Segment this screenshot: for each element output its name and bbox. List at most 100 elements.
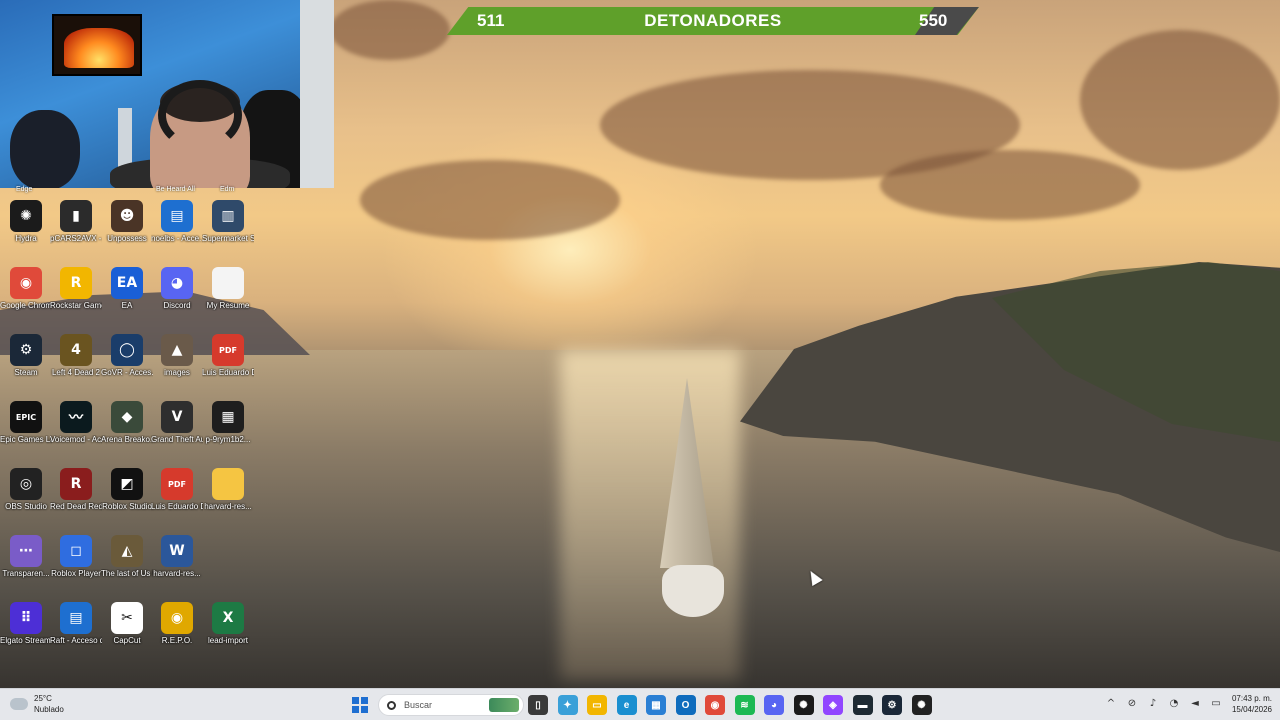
desktop-icon[interactable]: ▮ pCARS2AVX - Acceso dire... — [50, 200, 102, 262]
desktop-icon[interactable]: harvard-res... — [202, 468, 254, 530]
taskview-icon[interactable]: ▯ — [528, 695, 548, 715]
network-off-icon[interactable]: ⊘ — [1125, 697, 1139, 711]
desktop-icon[interactable]: ☻ Unpossess — [101, 200, 153, 262]
steam-icon: ⚙ — [10, 334, 42, 366]
desktop-icon[interactable]: R Red Dead Redempti... — [50, 468, 102, 530]
epic-icon: EPIC — [10, 401, 42, 433]
desktop-icon[interactable]: PDF Luis Eduardo Diaz Bernal... — [151, 468, 203, 530]
wifi-icon[interactable]: ◔ — [1167, 697, 1181, 711]
desktop-icon-label: R.E.P.O. — [161, 636, 193, 645]
desktop-icon[interactable]: ◆ Arena Breako... — [101, 401, 153, 463]
twitch-icon[interactable]: ◈ — [823, 695, 843, 715]
terminal-icon[interactable]: ▬ — [852, 695, 873, 715]
sun-reflection — [560, 350, 740, 680]
clock[interactable]: 07:43 p. m. 15/04/2026 — [1232, 693, 1272, 715]
desktop-icon-label: images — [164, 368, 190, 377]
desktop-icon[interactable]: ◎ OBS Studio — [0, 468, 52, 530]
desktop-icon[interactable]: ◉ R.E.P.O. — [151, 602, 203, 664]
desktop-icon[interactable]: ◯ GoVR - Acces... — [101, 334, 153, 396]
desktop-icon[interactable]: ▦ p-9rym1b2... — [202, 401, 254, 463]
desktop-icon[interactable]: ▲ images — [151, 334, 203, 396]
desktop-icon[interactable]: EA EA — [101, 267, 153, 329]
desktop-icon[interactable]: PDF Luis Eduardo Diaz Bernal... — [202, 334, 254, 396]
store-icon[interactable]: ▦ — [646, 695, 666, 715]
desktop-icon[interactable]: ▤ Raft - Acceso directo — [50, 602, 102, 664]
desktop-icon-label: Unpossess — [107, 234, 147, 243]
search-box[interactable]: Buscar — [378, 694, 524, 716]
webcam-door — [300, 0, 334, 188]
desktop-icon[interactable]: 4 Left 4 Dead 2 — [50, 334, 102, 396]
streamdeck-icon: ⠿ — [10, 602, 42, 634]
desktop-icon[interactable]: V Grand Theft Auto V — [151, 401, 203, 463]
cloud-icon — [10, 698, 28, 710]
windows-logo-icon-part — [361, 706, 368, 713]
pcars-icon: ▮ — [60, 200, 92, 232]
desktop-icon[interactable]: EPIC Epic Games Launcher — [0, 401, 52, 463]
file-explorer-icon[interactable]: ▭ — [587, 695, 607, 715]
desktop-icon-label: Luis Eduardo Diaz Bernal... — [202, 368, 254, 377]
game-icon[interactable]: ✺ — [911, 695, 932, 715]
desktop-icon[interactable]: ◻ Roblox Player — [50, 535, 102, 597]
desktop-icon[interactable]: ◭ The last of Us Parte I — [101, 535, 153, 597]
capcut-icon: ✂ — [111, 602, 143, 634]
score-title: DETONADORES — [644, 11, 782, 30]
desktop-icon-label: Transparen... — [2, 569, 50, 578]
desktop-icon[interactable]: ▤ noelbs - Acce... — [151, 200, 203, 262]
search-highlight-icon — [489, 698, 519, 712]
spotify-icon[interactable]: ≋ — [734, 695, 755, 715]
desktop-icon[interactable]: R Rockstar Games ... — [50, 267, 102, 329]
ea-icon: EA — [111, 267, 143, 299]
weather-temperature: 25°C — [34, 694, 52, 703]
chrome-icon[interactable]: ◉ — [705, 695, 725, 715]
video-icon: ▦ — [212, 401, 244, 433]
desktop-icon[interactable]: ✺ Hydra — [0, 200, 52, 262]
pdf-icon: PDF — [212, 334, 244, 366]
desktop-icon[interactable]: ⠿ Elgato Stream Deck — [0, 602, 52, 664]
volume-icon[interactable]: ◄ — [1188, 697, 1202, 711]
desktop-icon-label: harvard-res... — [204, 502, 252, 511]
start-button[interactable] — [352, 697, 368, 713]
excel-icon: X — [212, 602, 244, 634]
desktop-icon[interactable]: Wharvard-res... — [151, 535, 203, 597]
obs-icon: ◎ — [10, 468, 42, 500]
microphone-icon[interactable]: ♪ — [1146, 697, 1160, 711]
desktop-icon[interactable]: ◩ Roblox Studio — [101, 468, 153, 530]
cloud — [330, 0, 450, 60]
repo-icon: ◉ — [161, 602, 193, 634]
document-icon — [212, 267, 244, 299]
l4d2-icon: 4 — [60, 334, 92, 366]
desktop-icon-label: pCARS2AVX - Acceso dire... — [50, 234, 102, 243]
desktop-icon[interactable]: ◉ Google Chrome — [0, 267, 52, 329]
cloud — [1080, 30, 1280, 170]
desktop-icon[interactable]: ⚙ Steam — [0, 334, 52, 396]
desktop-icon[interactable]: Xlead-import — [202, 602, 254, 664]
outlook-icon[interactable]: O — [675, 695, 696, 715]
webcam-background-figure — [10, 110, 80, 188]
fireplace-image — [64, 28, 134, 68]
copilot-icon[interactable]: ✦ — [557, 695, 578, 715]
desktop-icon-label: p-9rym1b2... — [205, 435, 251, 444]
edge-icon[interactable]: e — [616, 695, 637, 715]
desktop-icon[interactable]: 〰 Voicemod - Acceso di... — [50, 401, 102, 463]
discord-icon: ◕ — [161, 267, 193, 299]
chevron-up-icon[interactable]: ^ — [1104, 697, 1118, 711]
steam-icon[interactable]: ⚙ — [882, 695, 902, 715]
desktop-icon-label: lead-import — [207, 636, 248, 645]
cloud — [360, 160, 620, 240]
gta-icon: V — [161, 401, 193, 433]
clock-time: 07:43 p. m. — [1231, 694, 1272, 703]
desktop-icon-label: Luis Eduardo Diaz Bernal... — [151, 502, 203, 511]
hydra-icon[interactable]: ✺ — [793, 695, 814, 715]
desktop-icon[interactable]: ▥ Supermarket Simulator — [202, 200, 254, 262]
cut-label: Be Heard All — [156, 186, 195, 193]
desktop-icon[interactable]: ⋯ Transparen... — [0, 535, 52, 597]
desktop-icon[interactable]: My Resume — [202, 267, 254, 329]
windows-logo-icon-part — [361, 697, 368, 704]
desktop-icon[interactable]: ✂ CapCut — [101, 602, 153, 664]
desktop-icon-label: Hydra — [15, 234, 37, 243]
discord-icon[interactable]: ◕ — [764, 695, 784, 715]
desktop-icon[interactable]: ◕ Discord — [151, 267, 203, 329]
roblox-studio-icon: ◩ — [111, 468, 143, 500]
weather-widget[interactable]: 25°C Nublado — [10, 693, 64, 715]
battery-icon[interactable]: ▭ — [1209, 697, 1223, 711]
